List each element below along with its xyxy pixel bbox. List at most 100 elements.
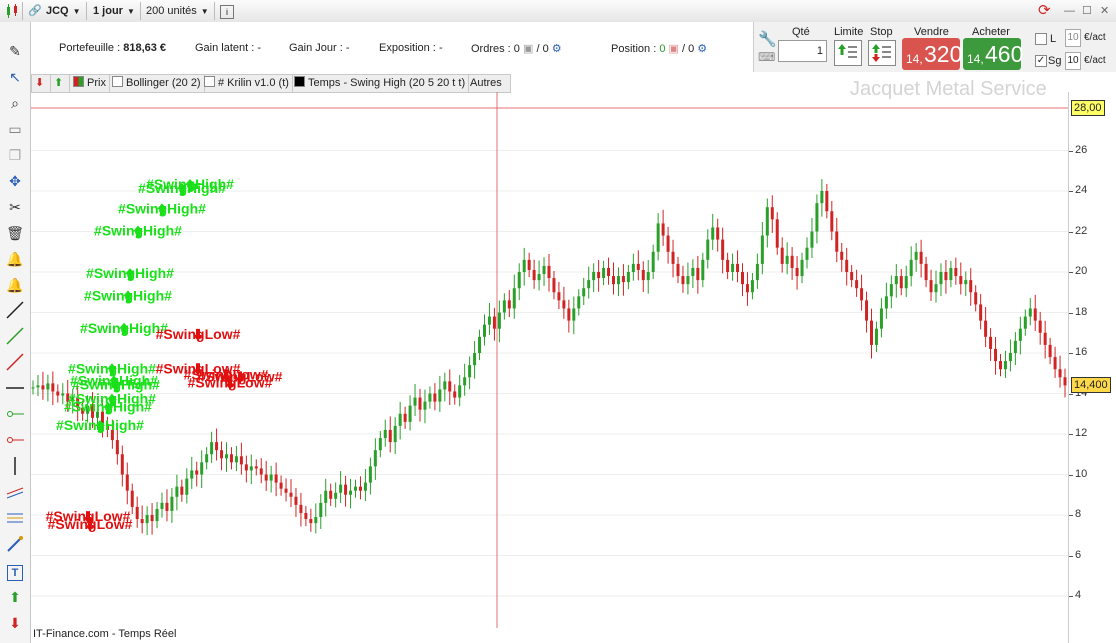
candle-body bbox=[363, 482, 367, 491]
candle-body bbox=[631, 263, 635, 272]
close-icon[interactable]: ✕ bbox=[1100, 3, 1109, 19]
candle-body bbox=[373, 450, 377, 467]
stop-gain-checkbox[interactable]: ✓ bbox=[1035, 55, 1047, 67]
candle-body bbox=[607, 267, 611, 277]
keyboard-icon[interactable]: ⌨ bbox=[758, 50, 775, 64]
candle-body bbox=[354, 486, 357, 491]
quantity-input[interactable]: 1 bbox=[778, 40, 827, 62]
vertical-line-icon[interactable] bbox=[4, 456, 26, 478]
magic-wand-icon[interactable] bbox=[4, 534, 26, 556]
candlestick-icon[interactable] bbox=[4, 3, 20, 19]
fibonacci-icon[interactable] bbox=[4, 508, 26, 530]
candle-body bbox=[999, 361, 1002, 370]
green-level-icon[interactable] bbox=[4, 404, 26, 426]
sell-arrow-icon[interactable]: ⬇ bbox=[4, 612, 26, 634]
candle-body bbox=[587, 280, 591, 289]
legend-bollinger[interactable]: Bollinger (20 2) bbox=[109, 75, 205, 92]
maximize-icon[interactable]: ☐ bbox=[1082, 3, 1092, 19]
green-line-icon[interactable] bbox=[4, 326, 26, 348]
ruler-icon[interactable]: ▭ bbox=[4, 118, 26, 140]
red-level-icon[interactable] bbox=[4, 430, 26, 452]
limit-value-input[interactable]: 10 bbox=[1065, 29, 1081, 47]
tools-icon[interactable]: ✂ bbox=[4, 196, 26, 218]
candle-body bbox=[145, 515, 149, 524]
sell-button[interactable]: 14, 320 bbox=[902, 38, 962, 70]
y-tick-mark bbox=[1069, 555, 1073, 557]
minimize-icon[interactable]: — bbox=[1064, 3, 1075, 19]
candle-body bbox=[215, 442, 219, 451]
level-price-label[interactable]: 28,00 bbox=[1071, 100, 1105, 116]
candle-body bbox=[929, 280, 933, 293]
units-label: 200 unités bbox=[146, 5, 197, 17]
buy-button[interactable]: 14, 460 bbox=[963, 38, 1023, 70]
candle-body bbox=[225, 454, 228, 459]
buy-arrow-icon[interactable]: ⬆ bbox=[4, 586, 26, 608]
interval-selector[interactable]: 1 jour ▼ bbox=[93, 3, 135, 19]
expand-icon[interactable]: ⬆ bbox=[51, 75, 70, 92]
gear-icon[interactable]: ⚙ bbox=[697, 43, 707, 55]
sg-unit: €/act bbox=[1084, 55, 1106, 66]
orders-info[interactable]: Ordres : 0 ▣ / 0 ⚙ bbox=[471, 42, 562, 55]
price-chart[interactable]: #SwingHigh# #SwingHigh# #SwingHigh# #SwingH… bbox=[31, 92, 1068, 628]
legend-price[interactable]: Prix bbox=[70, 75, 110, 92]
portfolio-info: Portefeuille : 818,63 € bbox=[59, 42, 167, 54]
candle-body bbox=[542, 265, 546, 275]
candle-body bbox=[349, 490, 353, 495]
candle-body bbox=[274, 474, 278, 483]
legend-swing-high[interactable]: Temps - Swing High (20 5 20 t t) bbox=[291, 75, 470, 92]
cursor-icon[interactable]: ↖ bbox=[4, 66, 26, 88]
legend-krilin[interactable]: # Krilin v1.0 (t) bbox=[201, 75, 293, 92]
legend-others[interactable]: Autres bbox=[467, 75, 505, 92]
horizontal-line-icon[interactable] bbox=[4, 378, 26, 400]
link-icon[interactable]: 🔗 bbox=[28, 3, 42, 19]
trash-icon[interactable]: 🗑 bbox=[4, 222, 26, 244]
limit-checkbox[interactable] bbox=[1035, 33, 1047, 45]
candle-body bbox=[959, 276, 963, 285]
alert-add-icon[interactable]: 🔔 bbox=[4, 248, 26, 270]
candle-body bbox=[264, 474, 268, 481]
bell-icon[interactable]: 🔔 bbox=[4, 274, 26, 296]
red-line-icon[interactable] bbox=[4, 352, 26, 374]
refresh-icon[interactable]: ⟳ bbox=[1038, 3, 1051, 19]
text-tool-icon[interactable]: T bbox=[4, 560, 26, 582]
candle-body bbox=[1063, 377, 1067, 386]
position-info[interactable]: Position : 0 ▣ / 0 ⚙ bbox=[611, 42, 707, 55]
info-icon[interactable]: i bbox=[220, 5, 234, 19]
candle-body bbox=[666, 235, 670, 252]
collapse-icon[interactable]: ⬇ bbox=[32, 75, 51, 92]
limit-order-button[interactable] bbox=[834, 40, 862, 66]
candle-body bbox=[736, 263, 740, 272]
pencil-icon[interactable]: ✎ bbox=[4, 40, 26, 62]
candle-body bbox=[358, 486, 362, 491]
sg-value-input[interactable]: 10 bbox=[1065, 52, 1081, 70]
candle-body bbox=[1038, 320, 1042, 333]
units-selector[interactable]: 200 unités ▼ bbox=[146, 3, 209, 19]
channel-icon[interactable] bbox=[4, 482, 26, 504]
l-label: L bbox=[1050, 33, 1057, 45]
candle-body bbox=[909, 259, 913, 277]
line-icon[interactable] bbox=[4, 300, 26, 322]
candle-body bbox=[845, 259, 849, 272]
candle-body bbox=[41, 385, 45, 390]
copy-icon[interactable]: ❐ bbox=[4, 144, 26, 166]
zoom-icon[interactable]: ⌕ bbox=[4, 92, 26, 114]
symbol-selector[interactable]: JCQ ▼ bbox=[46, 3, 81, 19]
candle-body bbox=[463, 377, 467, 386]
candle-body bbox=[334, 492, 338, 499]
candle-body bbox=[170, 496, 174, 511]
candle-body bbox=[914, 251, 918, 260]
chevron-down-icon: ▼ bbox=[200, 7, 209, 16]
candles bbox=[31, 179, 1067, 536]
y-tick-mark bbox=[1069, 191, 1073, 192]
move-icon[interactable]: ✥ bbox=[4, 170, 26, 192]
candle-body bbox=[339, 484, 343, 493]
candle-body bbox=[448, 381, 452, 392]
gear-icon[interactable]: ⚙ bbox=[552, 43, 562, 55]
candle-body bbox=[537, 274, 541, 281]
wrench-icon[interactable]: 🔧 bbox=[758, 30, 777, 48]
candle-body bbox=[155, 508, 159, 522]
stop-order-button[interactable] bbox=[868, 40, 896, 66]
candle-body bbox=[180, 486, 184, 495]
candle-body bbox=[1048, 344, 1052, 358]
candle-body bbox=[825, 191, 829, 212]
